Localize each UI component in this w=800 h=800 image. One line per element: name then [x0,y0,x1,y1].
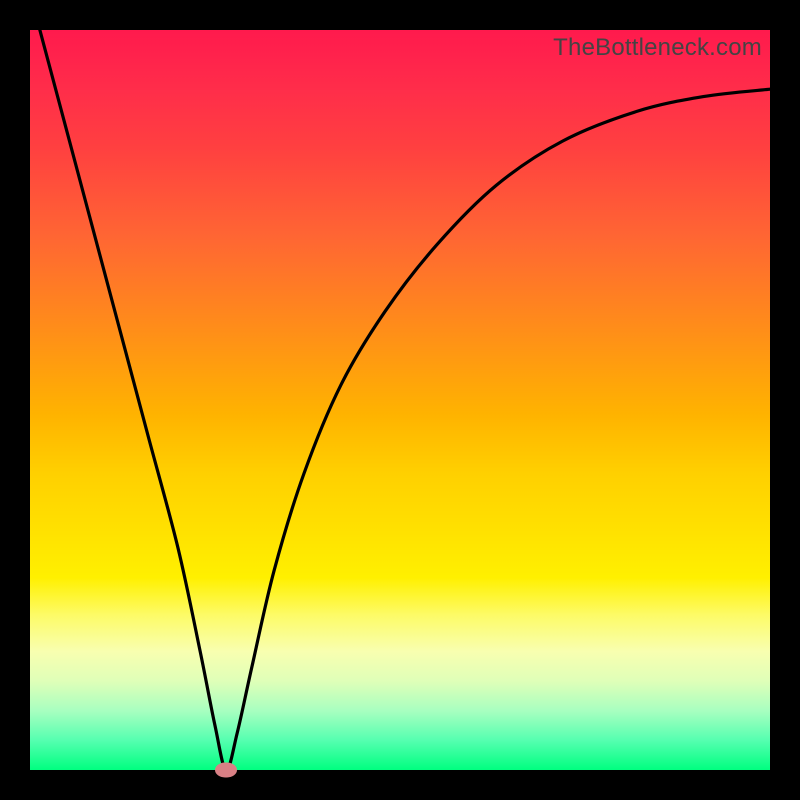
minimum-marker [215,763,237,778]
bottleneck-curve [30,0,770,770]
chart-container: TheBottleneck.com [0,0,800,800]
curve-svg [30,30,770,770]
plot-area: TheBottleneck.com [30,30,770,770]
